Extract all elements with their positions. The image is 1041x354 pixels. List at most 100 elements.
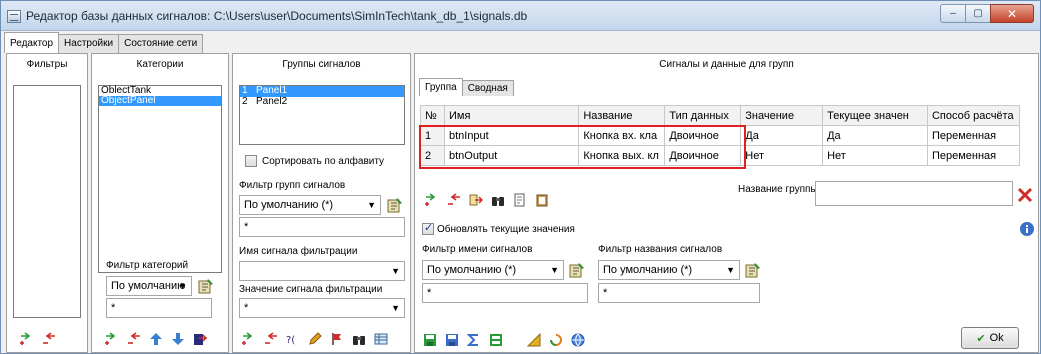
check-icon: ✔ bbox=[976, 332, 986, 345]
ok-label: Ok bbox=[989, 332, 1004, 344]
globe-icon[interactable] bbox=[570, 332, 586, 348]
move-down-icon[interactable] bbox=[170, 331, 186, 347]
signal-name-filter-combo[interactable]: ▼ bbox=[239, 261, 405, 281]
group-name: Panel2 bbox=[256, 96, 288, 107]
column-header-name[interactable]: Имя bbox=[443, 105, 580, 126]
remove-filter-icon[interactable] bbox=[41, 331, 57, 347]
groups-list[interactable]: 1 Panel1 2 Panel2 bbox=[239, 85, 405, 145]
edit-group-filter-icon[interactable] bbox=[387, 197, 403, 213]
chevron-down-icon: ▼ bbox=[391, 266, 400, 276]
name-filter-combo[interactable]: По умолчанию (*) ▼ bbox=[422, 260, 564, 280]
filters-list[interactable] bbox=[13, 85, 81, 318]
tab-settings[interactable]: Настройки bbox=[58, 34, 120, 53]
chevron-down-icon: ▼ bbox=[391, 303, 400, 313]
refresh-icon[interactable] bbox=[548, 332, 564, 348]
sort-alphabetically-checkbox[interactable] bbox=[245, 155, 257, 167]
database-icon[interactable] bbox=[488, 332, 504, 348]
add-group-icon[interactable] bbox=[241, 331, 257, 347]
copy-icon[interactable] bbox=[512, 192, 528, 208]
group-num: 2 bbox=[242, 96, 248, 107]
import-icon[interactable] bbox=[192, 331, 208, 347]
sigma-icon[interactable] bbox=[466, 332, 482, 348]
move-up-icon[interactable] bbox=[148, 331, 164, 347]
group-filter-text[interactable]: * bbox=[239, 217, 405, 237]
save-icon[interactable] bbox=[444, 332, 460, 348]
group-filter-combo-value: По умолчанию (*) bbox=[244, 199, 334, 211]
pencil-icon[interactable] bbox=[307, 331, 323, 347]
edit-filter-icon[interactable] bbox=[198, 278, 214, 294]
minimize-button[interactable]: – bbox=[940, 4, 966, 23]
add-signal-icon[interactable] bbox=[424, 192, 440, 208]
maximize-button[interactable]: ▢ bbox=[965, 4, 991, 23]
cell-calc-method[interactable]: Переменная bbox=[926, 125, 1021, 146]
add-category-icon[interactable] bbox=[104, 331, 120, 347]
signal-value-filter-value: * bbox=[244, 302, 249, 314]
name-filter-text[interactable]: * bbox=[422, 283, 588, 303]
name-filter-combo-value: По умолчанию (*) bbox=[427, 264, 517, 276]
filters-title: Фильтры bbox=[26, 59, 68, 70]
category-filter-text[interactable]: * bbox=[106, 298, 212, 318]
categories-list[interactable]: OblectTank ObjectPanel bbox=[98, 85, 222, 273]
column-header-title[interactable]: Название bbox=[578, 105, 666, 126]
group-filter-combo[interactable]: По умолчанию (*) ▼ bbox=[239, 195, 381, 215]
remove-signal-icon[interactable] bbox=[446, 192, 462, 208]
title-bar[interactable]: Редактор базы данных сигналов: C:\Users\… bbox=[1, 1, 1040, 31]
tab-group[interactable]: Группа bbox=[419, 78, 463, 96]
column-header-calc-method[interactable]: Способ расчёта bbox=[926, 105, 1021, 126]
signals-title: Сигналы и данные для групп bbox=[659, 59, 794, 70]
column-header-current-value[interactable]: Текущее значен bbox=[822, 105, 928, 126]
tab-editor[interactable]: Редактор bbox=[4, 32, 60, 53]
remove-category-icon[interactable] bbox=[126, 331, 142, 347]
edit-name-filter-icon[interactable] bbox=[569, 262, 585, 278]
bottom-toolbar bbox=[422, 332, 592, 348]
category-item-selected[interactable]: ObjectPanel bbox=[99, 96, 221, 106]
move-signal-icon[interactable] bbox=[468, 192, 484, 208]
groups-toolbar: ?( bbox=[241, 331, 395, 347]
remove-group-icon[interactable] bbox=[263, 331, 279, 347]
ok-button[interactable]: ✔ Ok bbox=[961, 327, 1019, 349]
flag-icon[interactable] bbox=[329, 331, 345, 347]
signal-value-filter-combo[interactable]: * ▼ bbox=[239, 298, 405, 318]
cell-value[interactable]: Да bbox=[740, 125, 824, 146]
ruler-icon[interactable] bbox=[526, 332, 542, 348]
group-name-label: Название группы bbox=[738, 184, 818, 195]
unknown-group-icon[interactable]: ?( bbox=[285, 331, 301, 347]
save-green-icon[interactable] bbox=[422, 332, 438, 348]
column-header-num[interactable]: № bbox=[420, 105, 445, 126]
title-filter-combo[interactable]: По умолчанию (*) ▼ bbox=[598, 260, 740, 280]
delete-icon[interactable] bbox=[1017, 187, 1033, 203]
cell-calc-method[interactable]: Переменная bbox=[926, 145, 1021, 166]
signal-name-filter-label: Имя сигнала фильтрации bbox=[239, 246, 358, 257]
paste-icon[interactable] bbox=[534, 192, 550, 208]
chevron-down-icon: ▼ bbox=[726, 265, 735, 275]
group-num: 1 bbox=[242, 85, 248, 96]
categories-panel: Категории OblectTank ObjectPanel Фильтр … bbox=[91, 53, 229, 353]
binoculars-icon[interactable] bbox=[351, 331, 367, 347]
find-signal-icon[interactable] bbox=[490, 192, 506, 208]
group-filter-label: Фильтр групп сигналов bbox=[239, 180, 346, 191]
update-values-checkbox[interactable] bbox=[422, 221, 434, 235]
cell-value[interactable]: Нет bbox=[740, 145, 824, 166]
category-filter-combo-value: По умолчанию bbox=[111, 280, 186, 292]
filters-toolbar bbox=[19, 331, 63, 347]
group-item[interactable]: 2 Panel2 bbox=[240, 97, 404, 108]
group-name-field[interactable] bbox=[815, 181, 1013, 206]
close-button[interactable]: ✕ bbox=[990, 4, 1034, 23]
signal-value-filter-label: Значение сигнала фильтрации bbox=[239, 284, 383, 295]
column-header-data-type[interactable]: Тип данных bbox=[664, 105, 742, 126]
category-filter-combo[interactable]: По умолчанию ▼ bbox=[106, 276, 192, 296]
edit-title-filter-icon[interactable] bbox=[745, 262, 761, 278]
signals-toolbar bbox=[424, 192, 556, 208]
add-filter-icon[interactable] bbox=[19, 331, 35, 347]
window-controls: – ▢ ✕ bbox=[940, 4, 1034, 24]
table-icon[interactable] bbox=[373, 331, 389, 347]
column-header-value[interactable]: Значение bbox=[740, 105, 824, 126]
title-filter-text[interactable]: * bbox=[598, 283, 760, 303]
highlight-box bbox=[419, 125, 746, 169]
cell-current-value[interactable]: Да bbox=[822, 125, 928, 146]
info-icon[interactable] bbox=[1019, 221, 1035, 237]
name-filter-label: Фильтр имени сигналов bbox=[422, 244, 533, 255]
tab-summary[interactable]: Сводная bbox=[461, 80, 514, 96]
cell-current-value[interactable]: Нет bbox=[822, 145, 928, 166]
tab-network-state[interactable]: Состояние сети bbox=[118, 34, 204, 53]
